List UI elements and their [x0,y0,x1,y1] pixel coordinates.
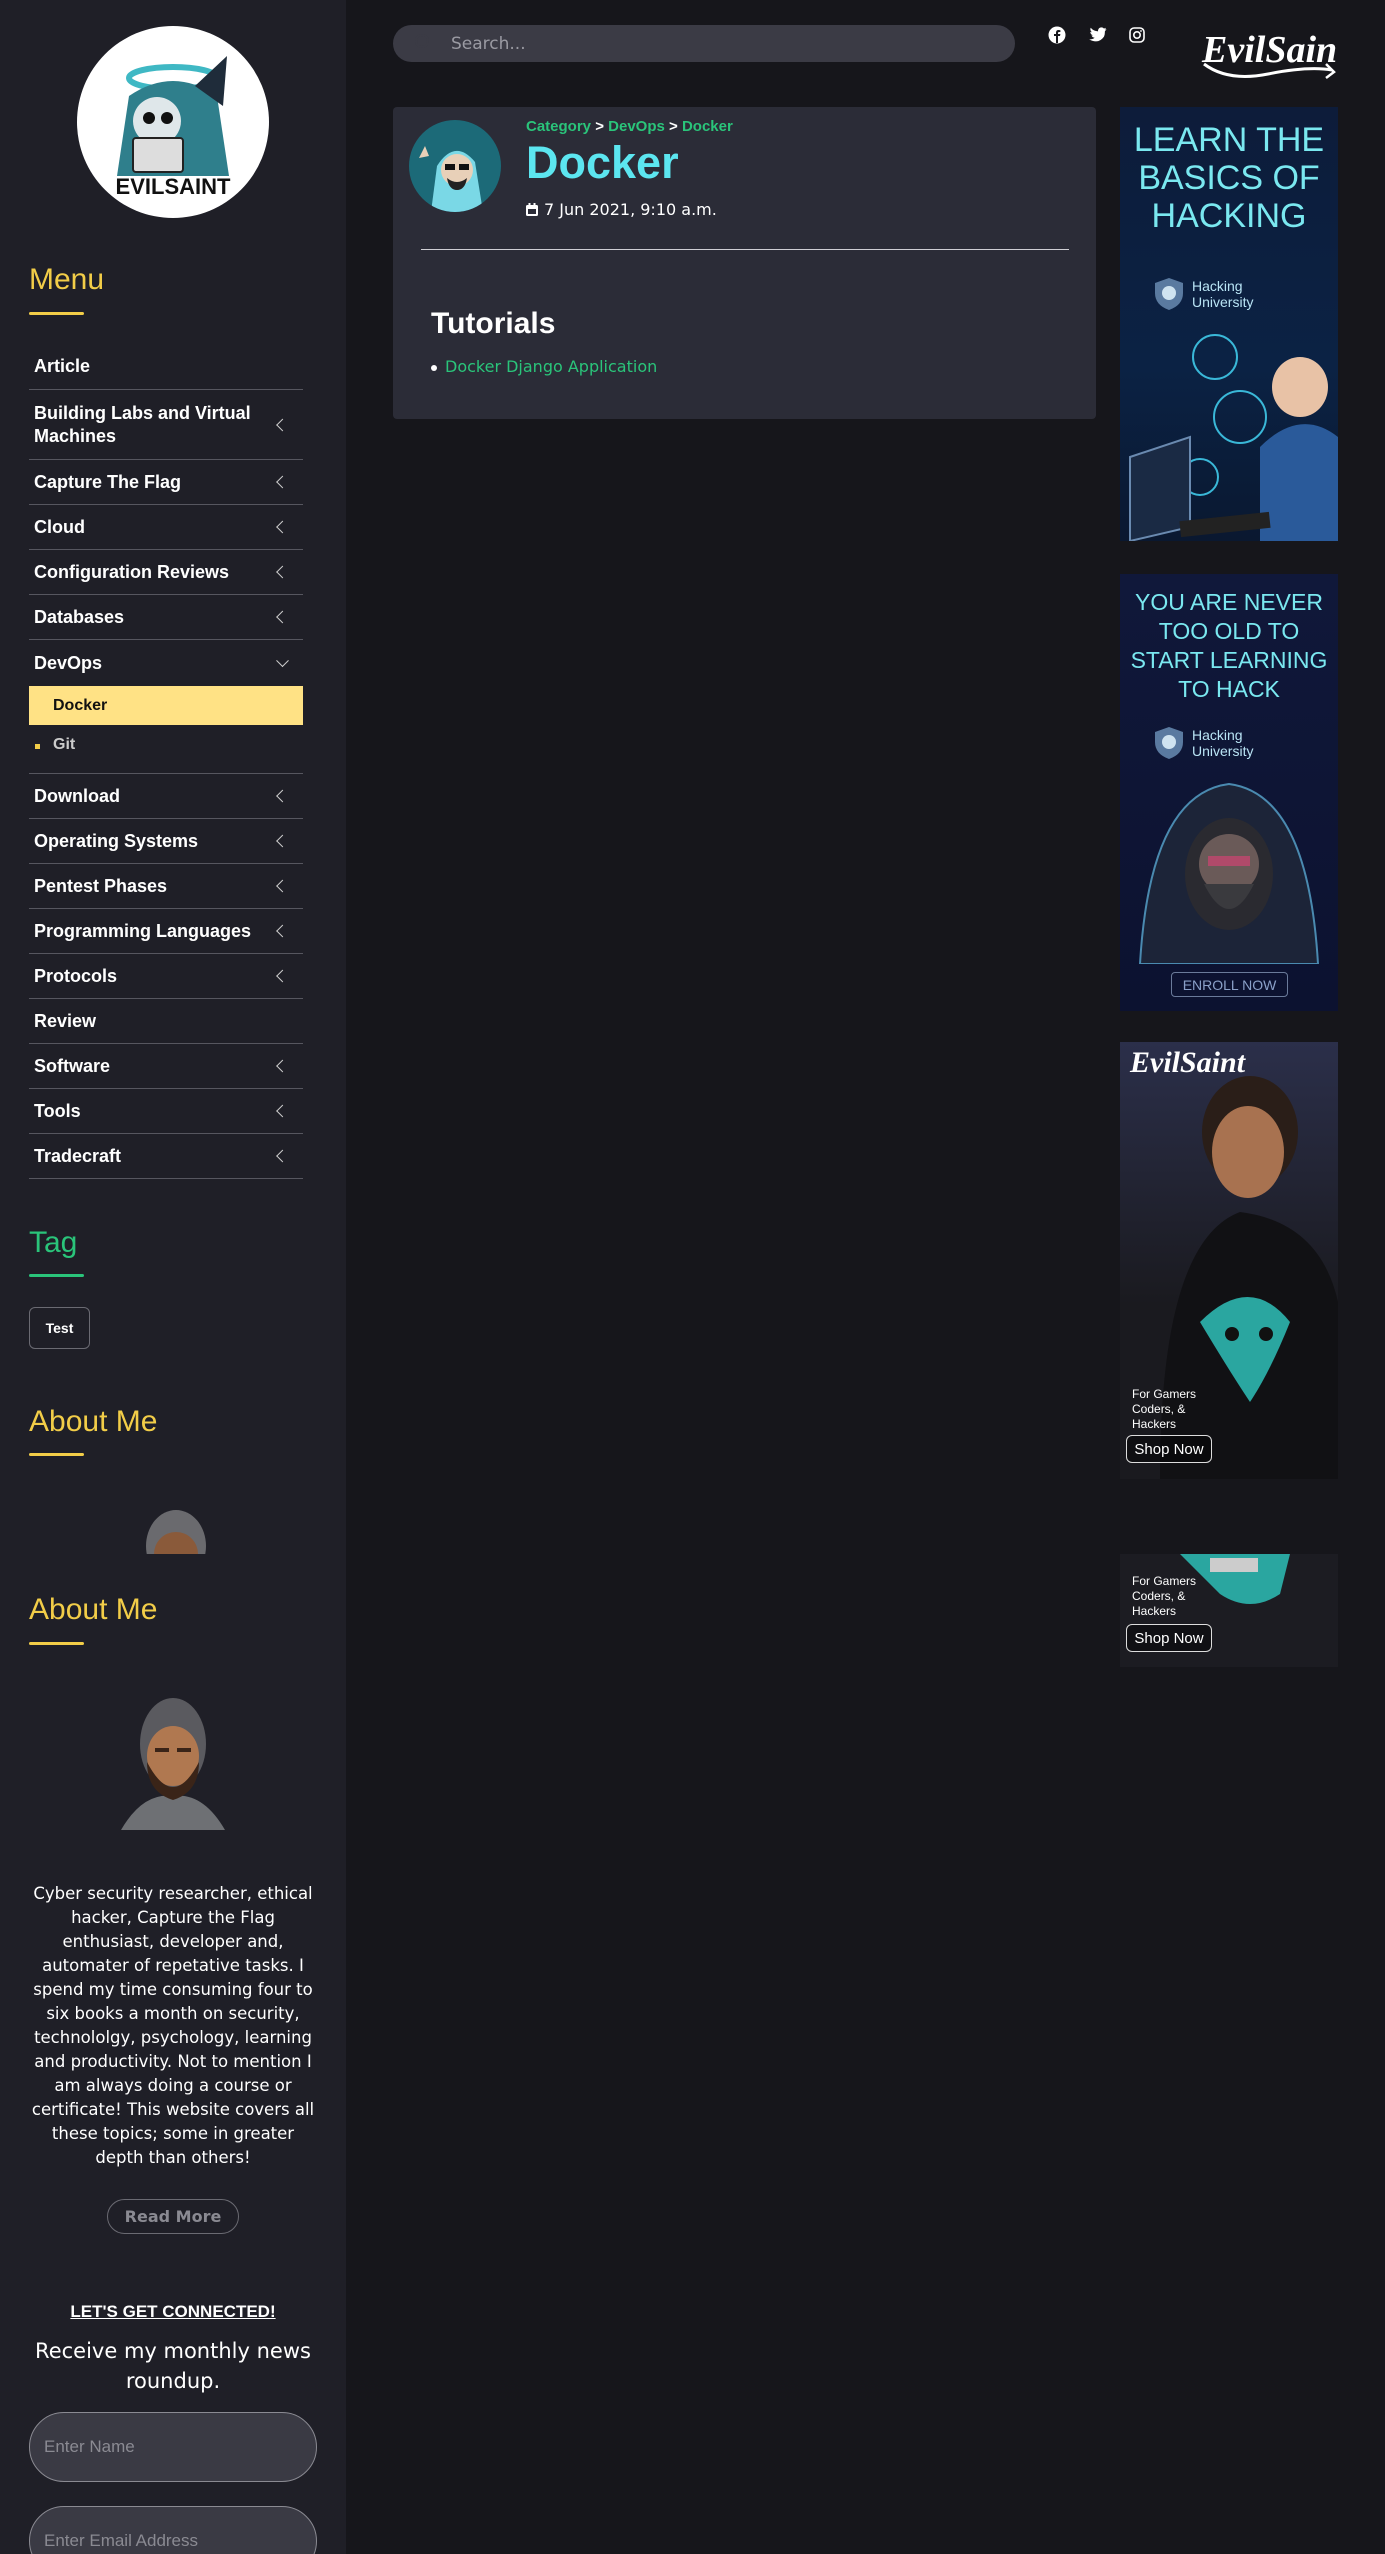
devops-submenu: Docker Git [29,686,303,774]
shop-now-button[interactable]: Shop Now [1126,1435,1212,1463]
menu-item-download[interactable]: Download [29,774,303,819]
menu-item-pentest-phases[interactable]: Pentest Phases [29,864,303,909]
chevron-left-icon [276,610,289,624]
hacking-university-brand: Hacking University [1154,277,1253,311]
calendar-icon [526,203,538,216]
post-date: 7 Jun 2021, 9:10 a.m. [526,200,717,219]
search-input[interactable]: Search... [393,25,1015,62]
avatar-partial [138,1506,214,1554]
newsletter-text: Receive my monthly news roundup. [35,2339,311,2393]
about-title: About Me [29,1405,158,1438]
shield-icon [1155,727,1183,759]
menu-title-underline [29,312,84,315]
chevron-left-icon [276,475,289,489]
post-card: Category > DevOps > Docker Docker 7 Jun … [393,107,1096,419]
menu-item-building-labs[interactable]: Building Labs and Virtual Machines [29,390,303,460]
chevron-left-icon [276,1149,289,1163]
menu-item-tools[interactable]: Tools [29,1089,303,1134]
connect-title: LET'S GET CONNECTED! [70,2302,276,2321]
ad-never-too-old[interactable]: YOU ARE NEVER TOO OLD TO START LEARNING TO … [1120,574,1338,1011]
chevron-left-icon [276,924,289,938]
menu-item-databases[interactable]: Databases [29,595,303,640]
menu-item-configuration-reviews[interactable]: Configuration Reviews [29,550,303,595]
search-icon [415,34,429,48]
ad-illustration [1129,334,1338,541]
email-field[interactable]: Enter Email Address [29,2506,317,2554]
name-field[interactable]: Enter Name [29,2412,317,2482]
list-item: Docker Django Application [431,357,657,376]
menu-item-capture-the-flag[interactable]: Capture The Flag [29,460,303,505]
tutorials-heading: Tutorials [431,307,556,340]
chevron-left-icon [276,789,289,803]
menu-item-operating-systems[interactable]: Operating Systems [29,819,303,864]
category-menu: Article Building Labs and Virtual Machin… [29,344,303,1179]
site-logo[interactable]: EVILSAINT [77,26,269,218]
shop-now-button[interactable]: Shop Now [1126,1624,1212,1652]
chevron-left-icon [276,969,289,983]
ad-tagline: For Gamers Coders, & Hackers [1132,1387,1197,1431]
bullet-icon [35,744,40,749]
menu-item-devops[interactable]: DevOps [29,640,303,686]
breadcrumb-separator: > [669,118,678,135]
breadcrumb-devops[interactable]: DevOps [608,118,665,135]
tag-title-underline [29,1274,84,1277]
chevron-left-icon [276,1059,289,1073]
about-title-2-underline [29,1642,84,1645]
tutorial-link[interactable]: Docker Django Application [445,357,657,376]
svg-text:EVILSAINT: EVILSAINT [116,174,231,199]
submenu-item-git[interactable]: Git [29,725,303,765]
ad-headline: LEARN THE BASICS OF HACKING [1133,121,1325,235]
bullet-icon [431,365,437,371]
ad-evilsaint-merch-partial[interactable]: For Gamers Coders, & Hackers Shop Now [1120,1554,1338,1667]
divider [421,249,1069,250]
menu-item-cloud[interactable]: Cloud [29,505,303,550]
ad-learn-hacking[interactable]: LEARN THE BASICS OF HACKING Hacking Univers… [1120,107,1338,541]
read-more-button[interactable]: Read More [107,2199,239,2234]
menu-item-programming-languages[interactable]: Programming Languages [29,909,303,954]
enroll-now-button[interactable]: ENROLL NOW [1171,972,1288,997]
hooded-figure-illustration [1138,782,1320,964]
breadcrumb: Category > DevOps > Docker [526,118,733,135]
brand-logo[interactable]: EvilSaint [1198,18,1349,84]
chevron-down-icon [276,654,289,668]
breadcrumb-docker[interactable]: Docker [682,118,733,135]
submenu-item-docker[interactable]: Docker [29,686,303,725]
chevron-left-icon [276,834,289,848]
about-title-2: About Me [29,1593,158,1626]
menu-item-software[interactable]: Software [29,1044,303,1089]
tag-title: Tag [29,1226,78,1259]
menu-item-review[interactable]: Review [29,999,303,1044]
tag-test[interactable]: Test [29,1307,90,1349]
sidebar: EVILSAINT Menu Article Building Labs and… [0,0,346,2554]
ad-tagline: For Gamers Coders, & Hackers [1132,1574,1197,1618]
page-title: Docker [526,137,679,188]
twitter-icon[interactable] [1087,24,1109,46]
ad-evilsaint-merch[interactable]: EvilSaint For Gamers Coders, & Hackers Sho… [1120,1042,1338,1479]
tutorials-list: Docker Django Application [431,357,657,376]
menu-item-tradecraft[interactable]: Tradecraft [29,1134,303,1179]
menu-item-protocols[interactable]: Protocols [29,954,303,999]
chevron-left-icon [276,879,289,893]
menu-title: Menu [29,263,105,296]
author-avatar [113,1692,233,1842]
about-title-underline [29,1453,84,1456]
chevron-left-icon [276,520,289,534]
ad-headline: YOU ARE NEVER TOO OLD TO START LEARNING TO … [1130,589,1328,702]
svg-text:EvilSaint: EvilSaint [1201,29,1338,71]
instagram-icon[interactable] [1126,24,1148,46]
chevron-left-icon [276,1104,289,1118]
chevron-left-icon [276,418,289,431]
breadcrumb-category[interactable]: Category [526,118,591,135]
hacking-university-brand: Hacking University [1154,726,1253,760]
facebook-icon[interactable] [1046,24,1068,46]
ad-logo: EvilSaint [1130,1046,1246,1079]
about-text: Cyber security researcher, ethical hacke… [31,1884,315,2167]
chevron-left-icon [276,565,289,579]
shield-icon [1155,278,1183,310]
post-avatar [409,120,501,212]
evilsaint-logo-icon: EVILSAINT [116,56,231,199]
menu-item-article[interactable]: Article [29,344,303,390]
breadcrumb-separator: > [595,118,604,135]
